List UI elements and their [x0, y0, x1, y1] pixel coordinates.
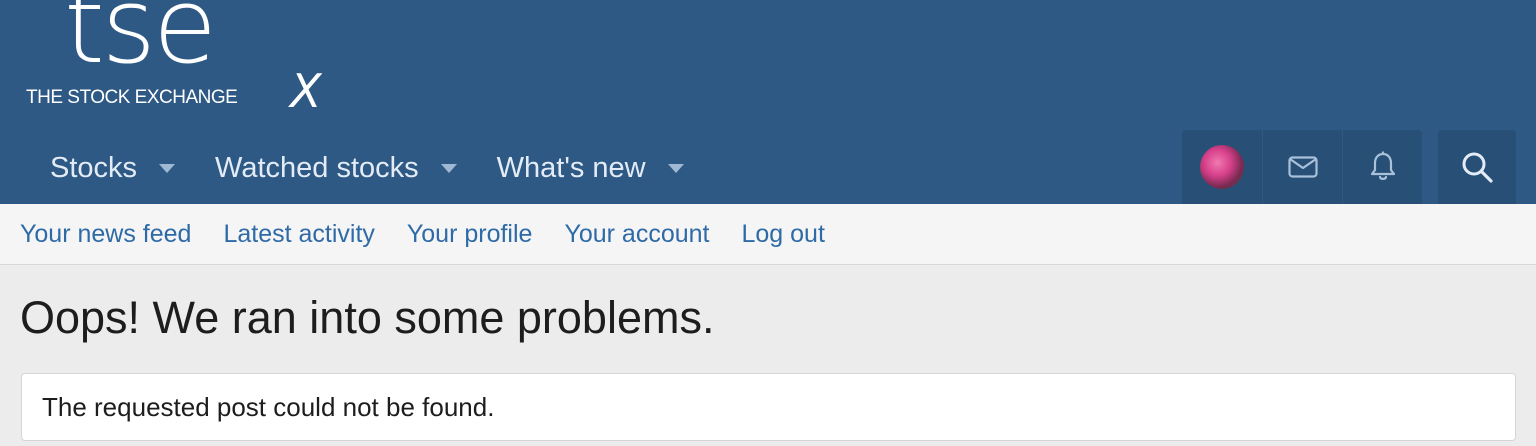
subnav-link-news-feed[interactable]: Your news feed [4, 220, 207, 249]
nav-tab-label: What's new [496, 151, 646, 184]
avatar [1200, 145, 1244, 189]
subnav-link-your-profile[interactable]: Your profile [391, 220, 549, 249]
alerts-button[interactable] [1342, 130, 1422, 204]
secondary-nav: Your news feed Latest activity Your prof… [0, 204, 1536, 265]
error-message-box: The requested post could not be found. [21, 373, 1516, 441]
logo-wordmark: tse [64, 0, 217, 87]
primary-nav: Stocks Watched stocks What's new [30, 132, 704, 204]
page-title: Oops! We ran into some problems. [20, 292, 715, 343]
logo-x-mark: X [290, 64, 322, 118]
nav-tab-stocks[interactable]: Stocks [30, 132, 195, 204]
caret-down-icon[interactable] [159, 163, 176, 173]
account-menu-button[interactable] [1182, 130, 1262, 204]
envelope-icon [1287, 156, 1318, 178]
bell-icon [1370, 151, 1395, 180]
nav-tab-label: Stocks [50, 151, 138, 184]
error-message: The requested post could not be found. [42, 391, 495, 422]
caret-down-icon[interactable] [440, 163, 457, 173]
logo-subtitle: THE STOCK EXCHANGE [26, 87, 238, 108]
site-header: tse THE STOCK EXCHANGE X Stocks Watched … [0, 0, 1536, 204]
subnav-link-log-out[interactable]: Log out [725, 220, 840, 249]
conversations-button[interactable] [1262, 130, 1342, 204]
nav-tab-watched-stocks[interactable]: Watched stocks [195, 132, 477, 204]
subnav-link-latest-activity[interactable]: Latest activity [207, 220, 390, 249]
caret-down-icon[interactable] [667, 163, 684, 173]
nav-tab-label: Watched stocks [215, 151, 419, 184]
site-logo[interactable]: tse THE STOCK EXCHANGE X [24, 0, 344, 120]
subnav-link-your-account[interactable]: Your account [548, 220, 725, 249]
search-icon [1462, 152, 1493, 183]
search-button[interactable] [1438, 130, 1516, 204]
user-nav [1182, 130, 1422, 204]
nav-tab-whats-new[interactable]: What's new [477, 132, 704, 204]
